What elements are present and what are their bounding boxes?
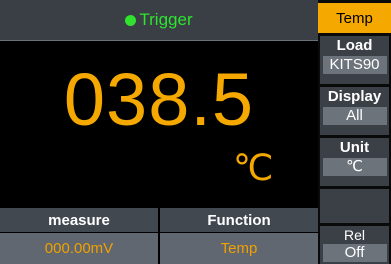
display-label: Display: [327, 88, 382, 105]
softkey-menu: Temp Load KITS90 Display All Unit ℃ Rel …: [318, 0, 391, 264]
rel-label: Rel: [343, 227, 365, 243]
measure-label: measure: [0, 208, 158, 232]
function-value: Temp: [160, 233, 318, 264]
main-reading-unit: ℃: [233, 147, 274, 188]
load-label: Load: [336, 37, 373, 54]
rel-softkey[interactable]: Rel Off: [320, 226, 389, 264]
unit-value: ℃: [322, 158, 387, 176]
menu-tab-temp[interactable]: Temp: [318, 3, 391, 33]
title-bar: Trigger: [0, 0, 318, 41]
status-panel: measure Function 000.00mV Temp: [0, 208, 318, 264]
trigger-status: Trigger: [139, 10, 193, 29]
unit-label: Unit: [339, 139, 370, 156]
unit-softkey[interactable]: Unit ℃: [320, 138, 389, 186]
display-softkey[interactable]: Display All: [320, 87, 389, 135]
trigger-status-icon: [125, 14, 137, 26]
function-label: Function: [160, 208, 318, 232]
main-display: Trigger 038.5 ℃ measure Function 000.00m…: [0, 0, 318, 264]
empty-softkey[interactable]: [320, 189, 389, 223]
measure-value: 000.00mV: [0, 233, 158, 264]
load-softkey[interactable]: Load KITS90: [320, 36, 389, 84]
rel-value: Off: [322, 244, 387, 262]
display-value: All: [322, 107, 387, 125]
main-reading: 038.5: [63, 58, 255, 141]
load-value: KITS90: [322, 56, 387, 74]
